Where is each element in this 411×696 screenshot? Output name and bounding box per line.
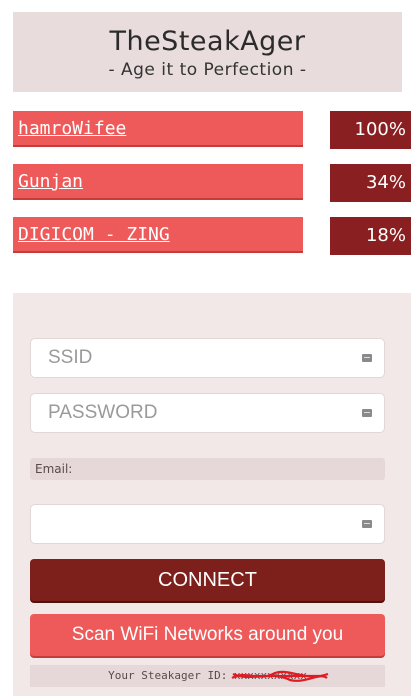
app-header: TheSteakAger - Age it to Perfection - [13,12,402,92]
network-link[interactable]: Gunjan [13,164,303,200]
password-field[interactable] [30,393,385,433]
ssid-input[interactable] [31,339,348,377]
autofill-key-icon[interactable] [362,354,372,362]
network-ssid[interactable]: DIGICOM - ZING [18,224,170,245]
connect-form: Email: CONNECT Scan WiFi Networks around… [13,293,411,696]
network-signal: 100% [330,111,411,149]
network-signal: 18% [330,217,411,255]
steakager-id-bar: Your Steakager ID: xxxxxxxxxxx [30,665,385,687]
app-title: TheSteakAger [109,26,306,57]
network-link[interactable]: hamroWifee [13,111,303,147]
scan-wifi-button[interactable]: Scan WiFi Networks around you [30,614,385,656]
network-signal: 34% [330,164,411,202]
steakager-id-value: xxxxxxxxxxx [231,665,329,687]
redaction-scribble [231,670,329,682]
autofill-key-icon[interactable] [362,409,372,417]
network-ssid[interactable]: hamroWifee [18,118,126,139]
network-row: DIGICOM - ZING 18% [13,217,411,255]
autofill-key-icon[interactable] [362,520,372,528]
email-field[interactable] [30,504,385,544]
ssid-field[interactable] [30,338,385,378]
network-row: Gunjan 34% [13,164,411,202]
connect-button[interactable]: CONNECT [30,559,385,601]
app-subtitle: - Age it to Perfection - [108,60,307,80]
password-input[interactable] [31,394,348,432]
network-link[interactable]: DIGICOM - ZING [13,217,303,253]
email-input[interactable] [31,505,348,543]
network-row: hamroWifee 100% [13,111,411,149]
email-label: Email: [30,458,385,480]
network-ssid[interactable]: Gunjan [18,171,83,192]
steakager-id-label: Your Steakager ID: [108,669,228,682]
